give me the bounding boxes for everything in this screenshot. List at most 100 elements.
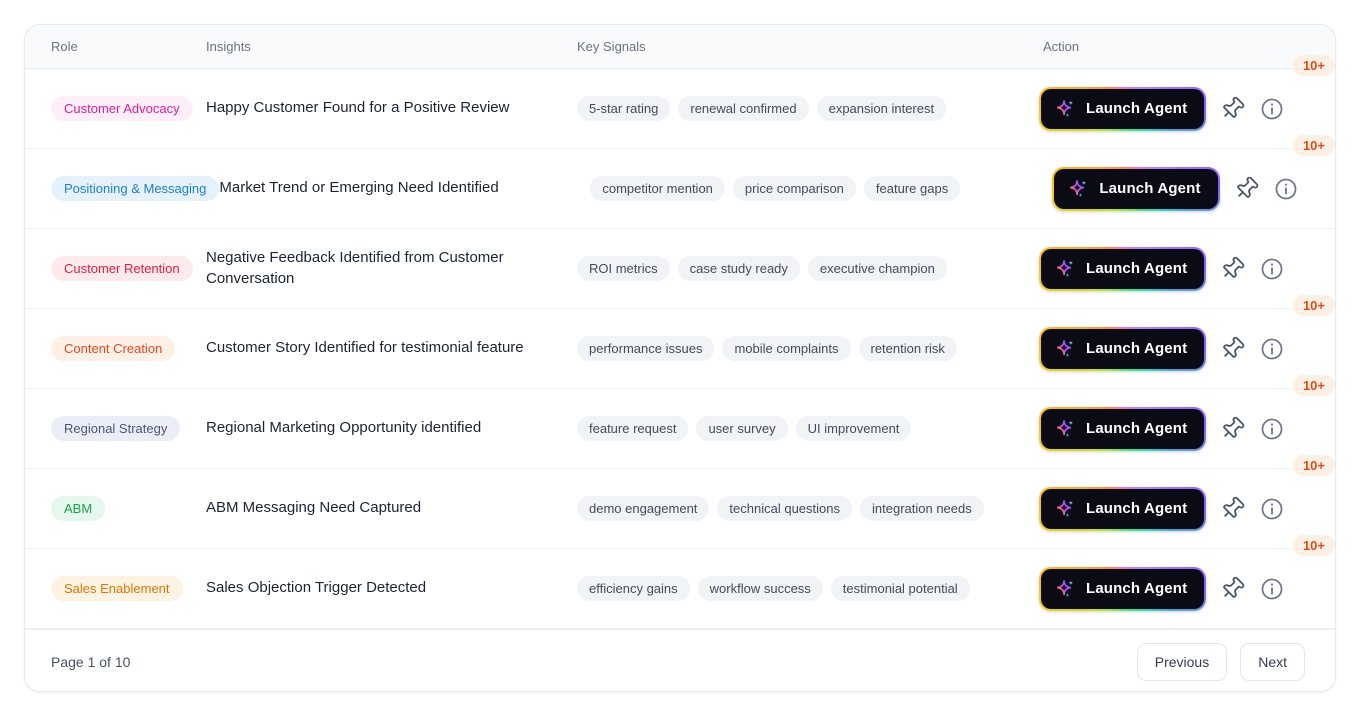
info-button[interactable]	[1273, 176, 1299, 202]
table-row: Customer Advocacy Happy Customer Found f…	[25, 54, 1335, 149]
launch-agent-button[interactable]: Launch Agent	[1052, 166, 1220, 211]
count-badge: 10+	[1292, 134, 1335, 156]
pin-button[interactable]	[1220, 336, 1245, 361]
info-icon	[1259, 496, 1285, 522]
launch-agent-label: Launch Agent	[1086, 420, 1188, 437]
count-badge: 10+	[1292, 454, 1335, 476]
column-header-action: Action	[1043, 39, 1080, 54]
sparkles-icon	[1054, 578, 1076, 600]
table-body: Customer Advocacy Happy Customer Found f…	[25, 54, 1335, 629]
signal-tag: workflow success	[697, 576, 823, 601]
launch-agent-button[interactable]: Launch Agent	[1039, 86, 1207, 131]
signal-tag: renewal confirmed	[678, 96, 809, 121]
table-row: Customer Retention Negative Feedback Ide…	[25, 229, 1335, 309]
signal-tag: integration needs	[860, 496, 984, 521]
launch-agent-button[interactable]: Launch Agent	[1039, 486, 1207, 531]
role-badge: Regional Strategy	[51, 416, 181, 441]
signal-tag: efficiency gains	[577, 576, 690, 601]
count-badge: 10+	[1292, 54, 1335, 76]
insight-text: Sales Objection Trigger Detected	[206, 579, 427, 597]
launch-agent-label: Launch Agent	[1086, 500, 1188, 517]
signal-tag: performance issues	[577, 336, 715, 361]
signal-tag: expansion interest	[816, 96, 947, 121]
insight-text: Happy Customer Found for a Positive Revi…	[206, 99, 510, 117]
pin-icon	[1220, 576, 1245, 601]
info-icon	[1259, 96, 1285, 122]
signal-tag: 5-star rating	[577, 96, 671, 121]
table-row: Regional Strategy Regional Marketing Opp…	[25, 374, 1335, 469]
table-header-row: Role Insights Key Signals Action	[25, 25, 1335, 69]
info-icon	[1273, 176, 1299, 202]
signal-tag: executive champion	[807, 256, 947, 281]
signal-tag: user survey	[696, 416, 788, 441]
info-button[interactable]	[1259, 96, 1285, 122]
signal-tag: case study ready	[677, 256, 800, 281]
signal-tag: feature gaps	[863, 176, 961, 201]
info-button[interactable]	[1259, 336, 1285, 362]
role-badge: Positioning & Messaging	[51, 176, 220, 201]
page-indicator: Page 1 of 10	[51, 653, 131, 670]
pagination-footer: Page 1 of 10 Previous Next	[25, 629, 1335, 691]
insight-text: Market Trend or Emerging Need Identified	[219, 179, 499, 197]
signal-tag: mobile complaints	[722, 336, 851, 361]
pin-button[interactable]	[1220, 496, 1245, 521]
previous-button[interactable]: Previous	[1136, 642, 1228, 681]
role-badge: ABM	[51, 496, 106, 521]
signals-list: feature request user survey UI improvement	[577, 416, 1039, 441]
sparkles-icon	[1067, 178, 1089, 200]
signal-tag: UI improvement	[795, 416, 912, 441]
pin-icon	[1220, 336, 1245, 361]
launch-agent-button[interactable]: Launch Agent	[1039, 326, 1207, 371]
launch-agent-button[interactable]: Launch Agent	[1039, 566, 1207, 611]
pin-button[interactable]	[1220, 96, 1245, 121]
info-icon	[1259, 336, 1285, 362]
count-badge: 10+	[1292, 374, 1335, 396]
signal-tag: feature request	[577, 416, 689, 441]
signals-list: efficiency gains workflow success testimon…	[577, 576, 1039, 601]
signals-list: ROI metrics case study ready executive cha…	[577, 256, 1039, 281]
pin-button[interactable]	[1220, 576, 1245, 601]
next-button[interactable]: Next	[1240, 642, 1305, 681]
info-button[interactable]	[1259, 416, 1285, 442]
launch-agent-label: Launch Agent	[1086, 340, 1188, 357]
insight-text: Negative Feedback Identified from Custom…	[206, 249, 504, 287]
pin-icon	[1220, 256, 1245, 281]
table-row: ABM ABM Messaging Need Captured demo eng…	[25, 454, 1335, 549]
signal-tag: price comparison	[732, 176, 856, 201]
signals-list: 5-star rating renewal confirmed expansion …	[577, 96, 1039, 121]
signal-tag: technical questions	[717, 496, 852, 521]
pin-icon	[1220, 496, 1245, 521]
signal-tag: testimonial potential	[830, 576, 970, 601]
count-badge: 10+	[1292, 294, 1335, 316]
pin-button[interactable]	[1220, 256, 1245, 281]
insight-text: Customer Story Identified for testimonia…	[206, 339, 524, 357]
column-header-insights: Insights	[206, 39, 251, 54]
launch-agent-button[interactable]: Launch Agent	[1039, 246, 1207, 291]
insights-table-card: Role Insights Key Signals Action Custome…	[24, 24, 1336, 692]
role-badge: Customer Retention	[51, 256, 193, 281]
info-icon	[1259, 256, 1285, 282]
role-badge: Sales Enablement	[51, 576, 183, 601]
info-button[interactable]	[1259, 576, 1285, 602]
sparkles-icon	[1054, 498, 1076, 520]
signals-list: competitor mention price comparison featur…	[590, 176, 1052, 201]
pin-button[interactable]	[1220, 416, 1245, 441]
pin-icon	[1220, 96, 1245, 121]
signals-list: demo engagement technical questions integr…	[577, 496, 1039, 521]
info-button[interactable]	[1259, 256, 1285, 282]
column-header-key-signals: Key Signals	[577, 39, 646, 54]
insight-text: ABM Messaging Need Captured	[206, 499, 422, 517]
info-button[interactable]	[1259, 496, 1285, 522]
pin-icon	[1234, 176, 1259, 201]
signal-tag: ROI metrics	[577, 256, 670, 281]
launch-agent-button[interactable]: Launch Agent	[1039, 406, 1207, 451]
column-header-role: Role	[51, 39, 78, 54]
insight-text: Regional Marketing Opportunity identifie…	[206, 419, 482, 437]
table-row: Content Creation Customer Story Identifi…	[25, 294, 1335, 389]
pin-button[interactable]	[1234, 176, 1259, 201]
pin-icon	[1220, 416, 1245, 441]
sparkles-icon	[1054, 418, 1076, 440]
sparkles-icon	[1054, 338, 1076, 360]
signal-tag: competitor mention	[590, 176, 725, 201]
count-badge: 10+	[1292, 534, 1335, 556]
